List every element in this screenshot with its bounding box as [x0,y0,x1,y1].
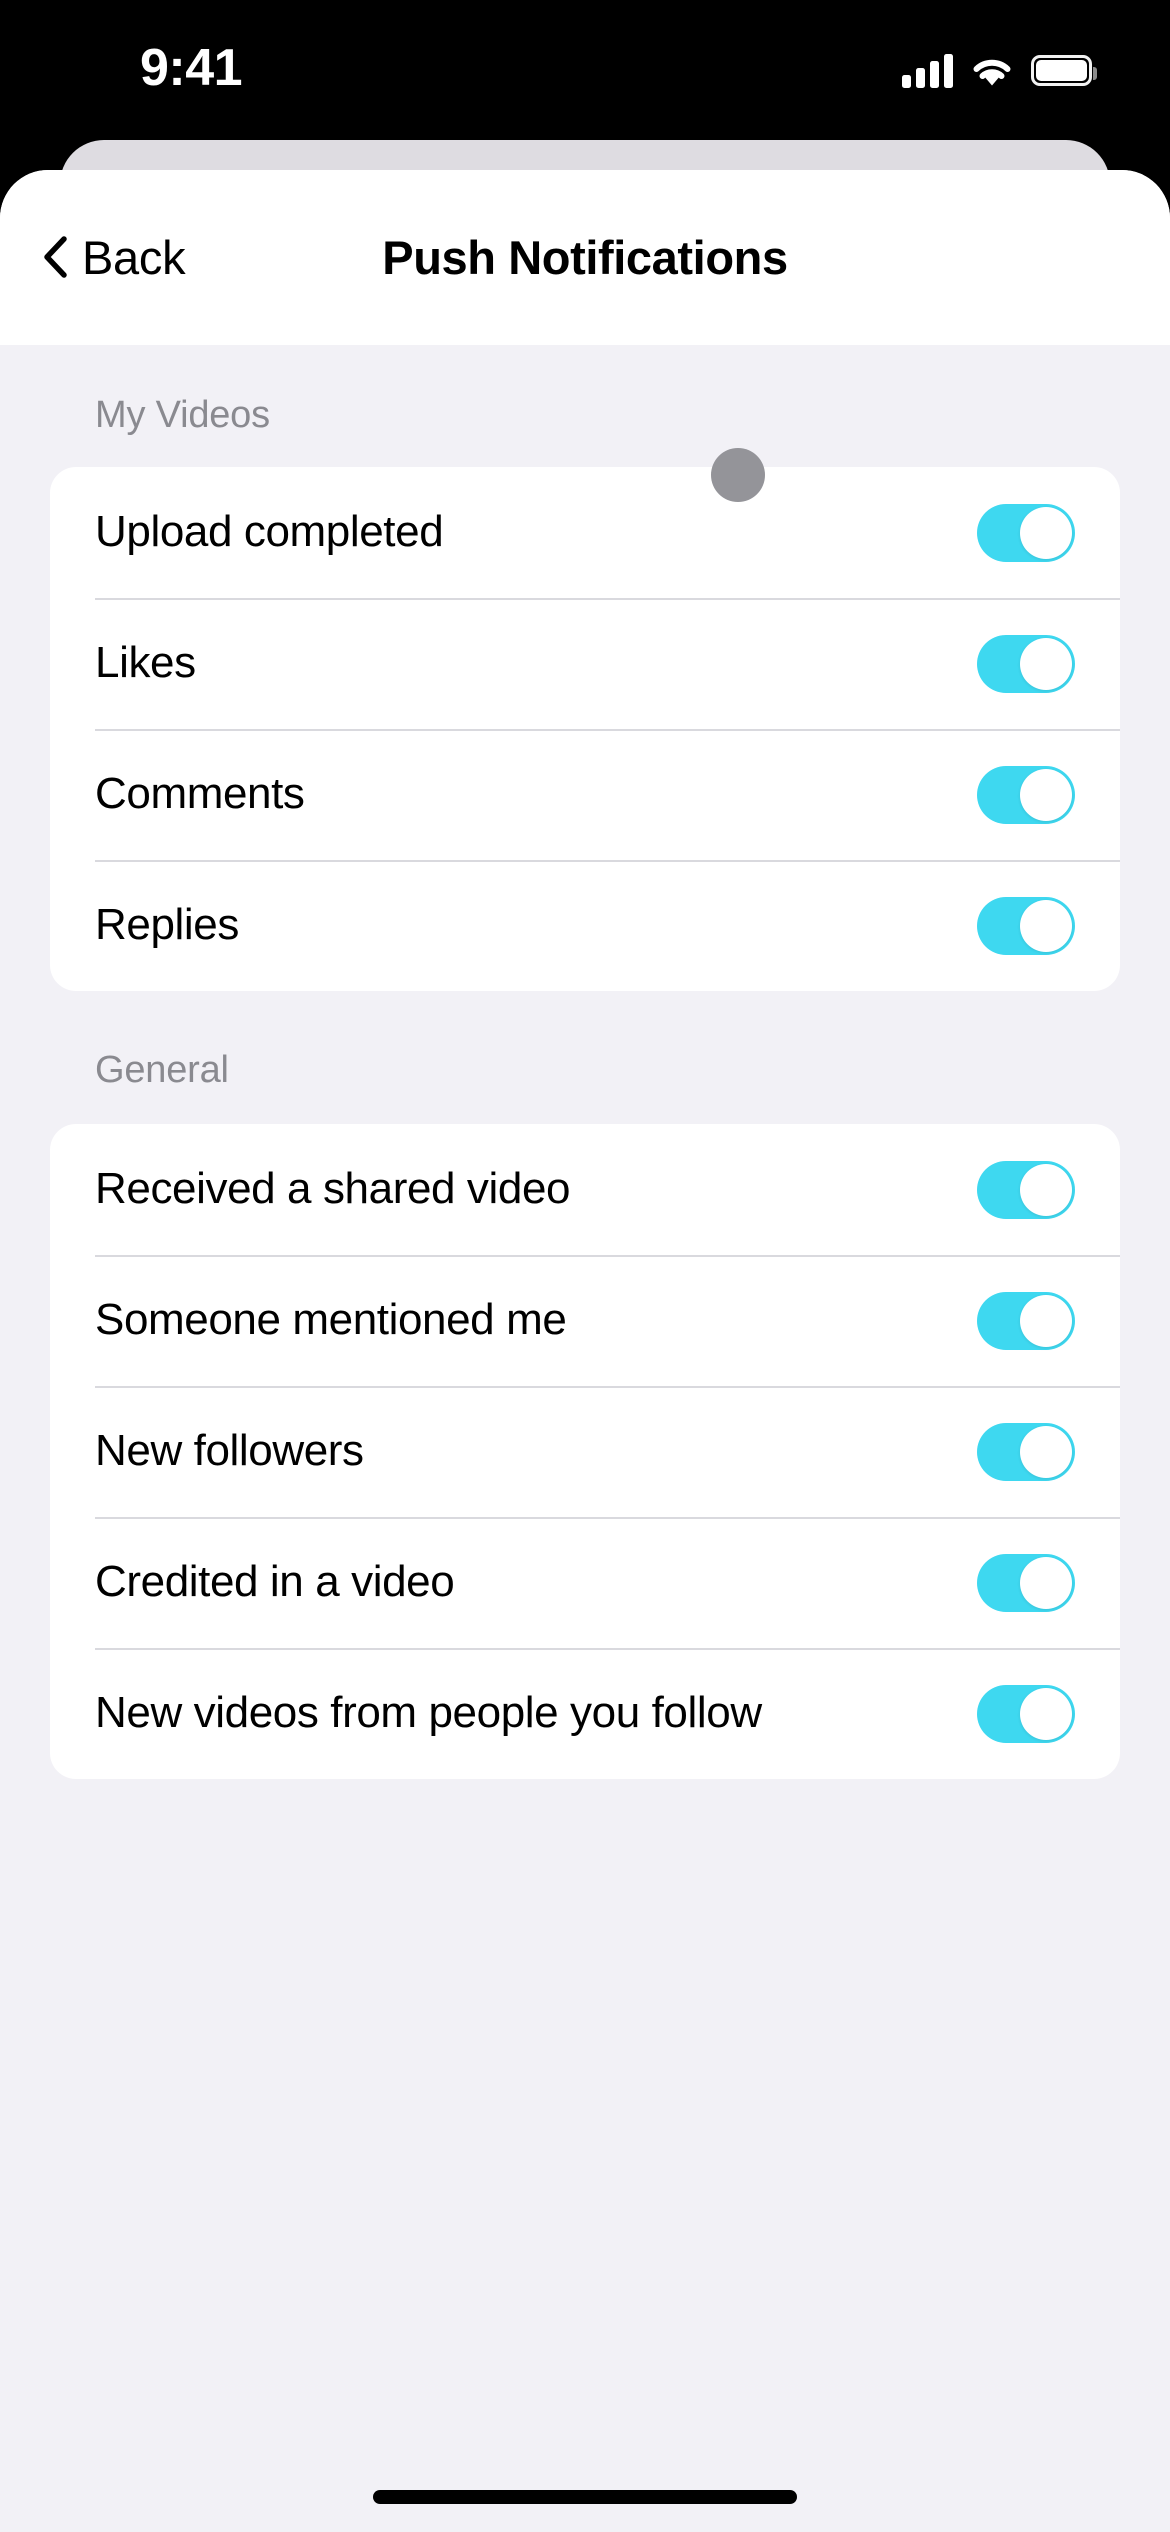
setting-row-someone-mentioned-me[interactable]: Someone mentioned me [50,1255,1120,1386]
battery-icon [1031,55,1097,86]
wifi-icon [970,54,1014,87]
page-title: Push Notifications [382,231,788,284]
setting-row-new-videos-from-people-you-follow[interactable]: New videos from people you follow [50,1648,1120,1779]
navigation-bar: Back Push Notifications [0,170,1170,345]
toggle-comments[interactable] [977,765,1075,824]
setting-row-new-followers[interactable]: New followers [50,1386,1120,1517]
toggle-knob [1020,637,1072,690]
setting-row-likes[interactable]: Likes [50,598,1120,729]
toggle-knob [1020,1294,1072,1347]
row-label: Someone mentioned me [95,1295,567,1345]
status-bar-time: 9:41 [140,39,243,97]
row-label: Replies [95,900,239,950]
setting-row-upload-completed[interactable]: Upload completed [50,467,1120,598]
toggle-knob [1020,1556,1072,1609]
row-label: New followers [95,1426,364,1476]
status-bar-indicators [902,44,1097,88]
setting-row-replies[interactable]: Replies [50,860,1120,991]
toggle-knob [1020,1425,1072,1478]
toggle-knob [1020,899,1072,952]
settings-card-general: Received a shared video Someone mentione… [50,1124,1120,1779]
toggle-someone-mentioned-me[interactable] [977,1291,1075,1350]
toggle-knob [1020,1687,1072,1740]
setting-row-comments[interactable]: Comments [50,729,1120,860]
row-label: Received a shared video [95,1164,571,1214]
setting-row-received-a-shared-video[interactable]: Received a shared video [50,1124,1120,1255]
toggle-upload-completed[interactable] [977,503,1075,562]
row-label: New videos from people you follow [95,1688,762,1738]
settings-list: My Videos Upload completed Likes Comment… [0,345,1170,2532]
row-label: Credited in a video [95,1557,455,1607]
section-header-general: General [95,1049,229,1091]
toggle-knob [1020,1163,1072,1216]
row-label: Upload completed [95,507,444,557]
toggle-knob [1020,768,1072,821]
toggle-new-videos-from-people-you-follow[interactable] [977,1684,1075,1743]
setting-row-credited-in-a-video[interactable]: Credited in a video [50,1517,1120,1648]
row-label: Comments [95,769,305,819]
toggle-credited-in-a-video[interactable] [977,1553,1075,1612]
row-label: Likes [95,638,196,688]
section-header-my-videos: My Videos [95,394,270,436]
toggle-received-a-shared-video[interactable] [977,1160,1075,1219]
toggle-replies[interactable] [977,896,1075,955]
home-indicator [373,2490,797,2504]
toggle-knob [1020,506,1072,559]
phone-screen: 9:41 Back Push Notifications My Videos U… [0,0,1170,2532]
cellular-signal-icon [902,54,953,88]
status-bar: 9:41 [0,0,1170,140]
settings-card-my-videos: Upload completed Likes Comments Replies [50,467,1120,991]
toggle-new-followers[interactable] [977,1422,1075,1481]
foreground-sheet: Back Push Notifications My Videos Upload… [0,170,1170,2532]
toggle-likes[interactable] [977,634,1075,693]
